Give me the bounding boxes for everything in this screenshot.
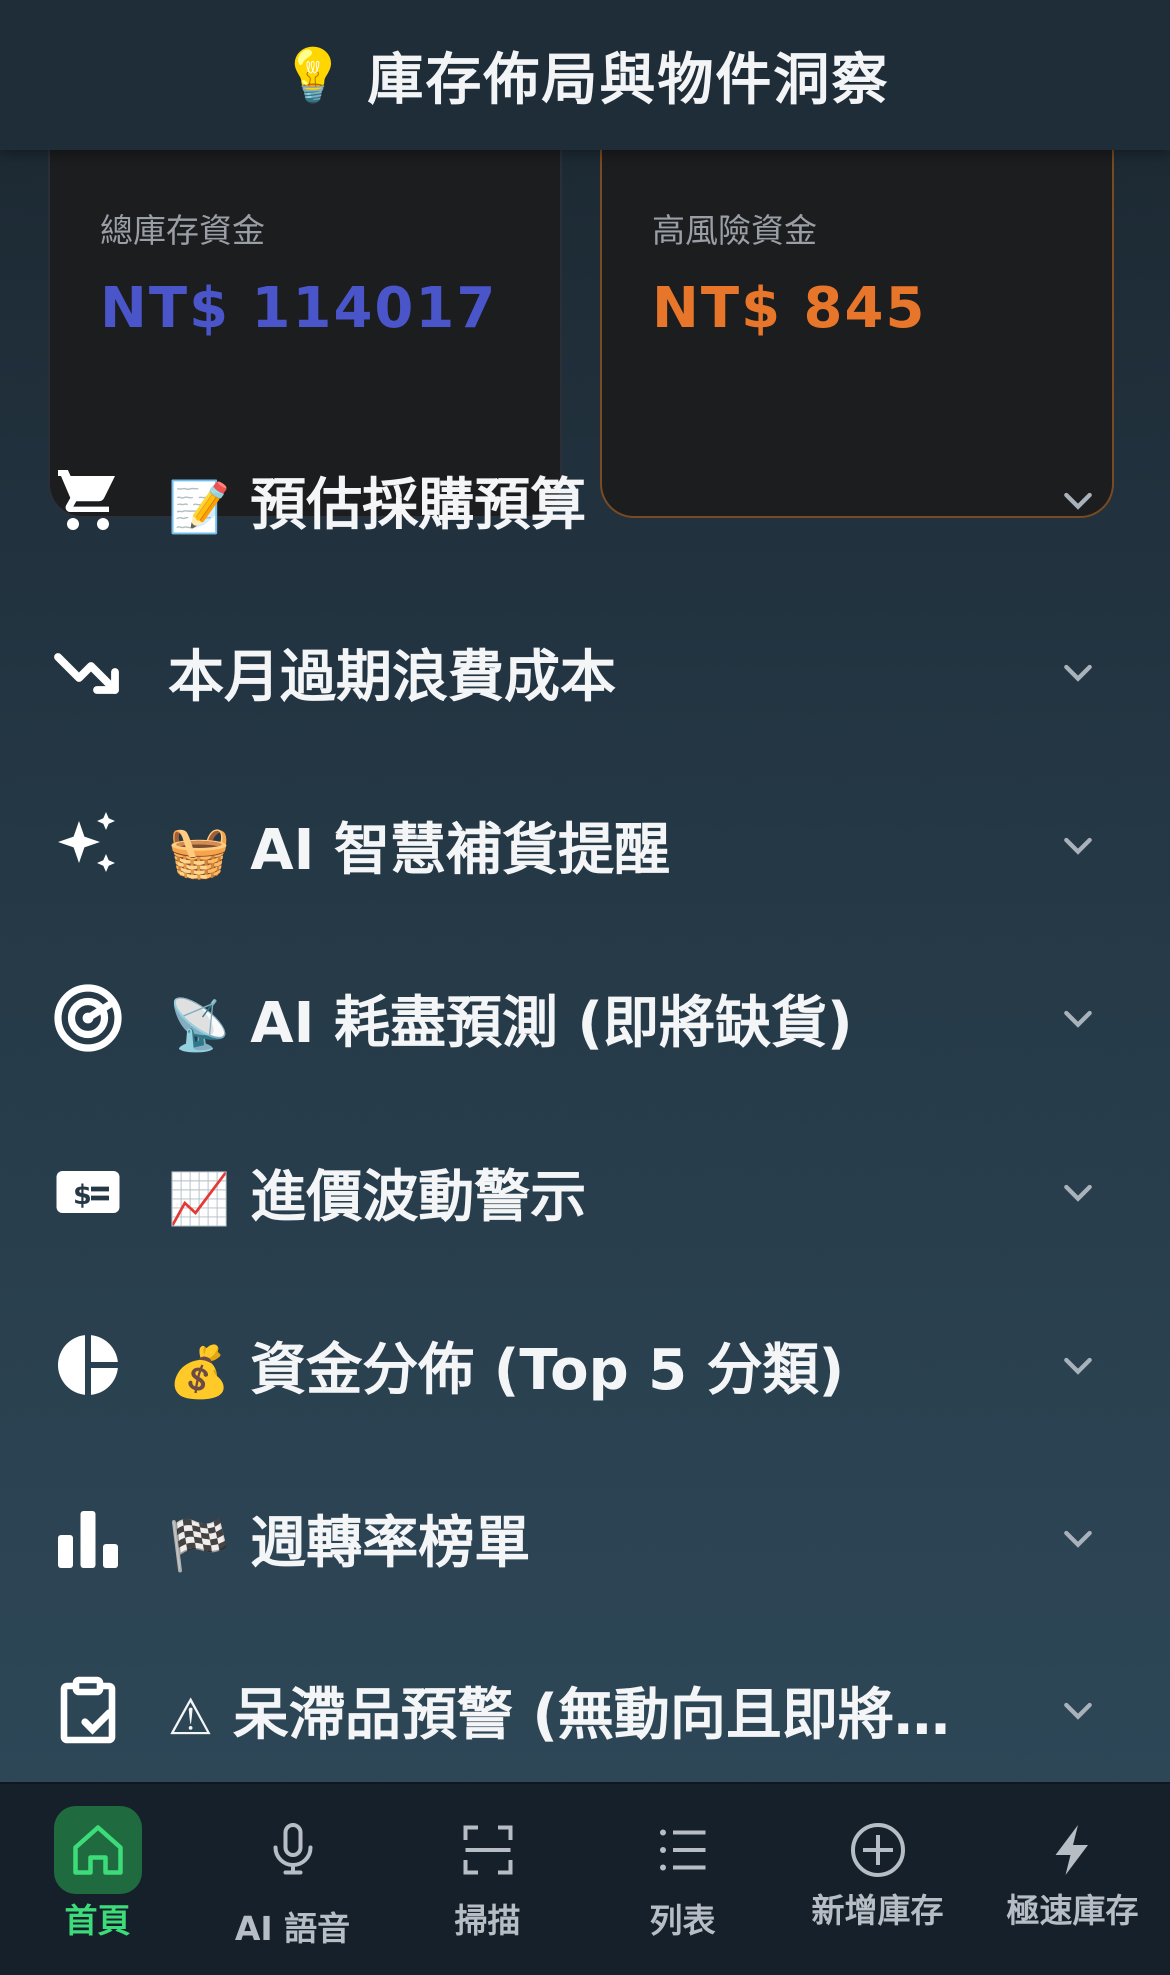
section-purchase-budget[interactable]: 📝 預估採購預算	[0, 440, 1170, 560]
cart-icon	[52, 464, 124, 536]
chevron-down-icon[interactable]	[1058, 652, 1098, 692]
tab-label: 極速庫存	[1006, 1891, 1139, 1930]
list-icon	[639, 1806, 727, 1894]
chevron-down-icon[interactable]	[1058, 998, 1098, 1038]
chevron-down-icon[interactable]	[1058, 1172, 1098, 1212]
page-title: 庫存佈局與物件洞察	[367, 47, 890, 113]
tab-list[interactable]: 列表	[585, 1784, 780, 1975]
section-turnover-ranking[interactable]: 🏁 週轉率榜單	[0, 1478, 1170, 1598]
pie-chart-icon	[52, 1329, 124, 1401]
tab-label: 掃描	[454, 1901, 521, 1940]
chevron-down-icon[interactable]	[1058, 825, 1098, 865]
tab-scan[interactable]: 掃描	[390, 1784, 585, 1975]
section-price-alert[interactable]: $ 📈 進價波動警示	[0, 1132, 1170, 1252]
svg-text:$: $	[73, 1180, 92, 1211]
section-label: AI 耗盡預測 (即將缺貨)	[250, 990, 853, 1056]
microphone-icon	[249, 1806, 337, 1894]
total-inventory-label: 總庫存資金	[100, 211, 265, 250]
high-risk-label: 高風險資金	[652, 211, 817, 250]
tab-label: 首頁	[64, 1901, 131, 1940]
bottom-tab-bar: 首頁 AI 語音 掃描 列表 新增庫存 極速庫存	[0, 1782, 1170, 1975]
money-bag-emoji: 💰	[168, 1342, 231, 1401]
tab-home[interactable]: 首頁	[0, 1784, 195, 1975]
section-label: 呆滯品預警 (無動向且即將…	[232, 1682, 950, 1748]
page-header: 💡 庫存佈局與物件洞察	[0, 0, 1170, 150]
total-inventory-value: NT$ 114017	[100, 276, 498, 341]
tab-label: 新增庫存	[811, 1891, 944, 1930]
section-label: AI 智慧補貨提醒	[250, 817, 670, 883]
bar-chart-icon	[52, 1502, 124, 1574]
tab-ai-voice[interactable]: AI 語音	[195, 1784, 390, 1975]
lightbulb-icon: 💡	[280, 45, 346, 106]
section-label: 週轉率榜單	[250, 1510, 531, 1576]
chevron-down-icon[interactable]	[1058, 480, 1098, 520]
plus-circle-icon	[834, 1806, 922, 1894]
target-icon	[52, 982, 124, 1054]
chevron-down-icon[interactable]	[1058, 1518, 1098, 1558]
clipboard-check-icon	[52, 1674, 124, 1746]
home-icon	[53, 1806, 142, 1894]
tab-label: AI 語音	[234, 1909, 351, 1948]
high-risk-value: NT$ 845	[652, 276, 927, 341]
section-label: 進價波動警示	[250, 1164, 587, 1230]
scan-icon	[444, 1806, 532, 1894]
cash-icon: $	[52, 1156, 124, 1228]
chevron-down-icon[interactable]	[1058, 1690, 1098, 1730]
warning-emoji: ⚠	[168, 1687, 213, 1746]
section-ai-restock[interactable]: 🧺 AI 智慧補貨提醒	[0, 785, 1170, 905]
sparkles-icon	[52, 809, 124, 881]
memo-emoji: 📝	[168, 477, 231, 536]
tab-label: 列表	[649, 1901, 716, 1940]
section-ai-depletion[interactable]: 📡 AI 耗盡預測 (即將缺貨)	[0, 958, 1170, 1078]
checkered-flag-emoji: 🏁	[168, 1515, 231, 1574]
chevron-down-icon[interactable]	[1058, 1345, 1098, 1385]
basket-emoji: 🧺	[168, 822, 231, 881]
section-slow-moving-alert[interactable]: ⚠ 呆滯品預警 (無動向且即將…	[0, 1650, 1170, 1770]
lightning-icon	[1029, 1806, 1117, 1894]
satellite-emoji: 📡	[168, 995, 231, 1054]
section-label: 預估採購預算	[250, 472, 587, 538]
summary-cards: 總庫存資金 NT$ 114017 高風險資金 NT$ 845	[0, 140, 1170, 518]
section-label: 本月過期浪費成本	[168, 644, 616, 710]
section-fund-distribution[interactable]: 💰 資金分佈 (Top 5 分類)	[0, 1305, 1170, 1425]
section-expiry-waste[interactable]: 本月過期浪費成本	[0, 612, 1170, 732]
section-label: 資金分佈 (Top 5 分類)	[250, 1337, 845, 1403]
tab-quick-inventory[interactable]: 極速庫存	[975, 1784, 1170, 1975]
tab-add-inventory[interactable]: 新增庫存	[780, 1784, 975, 1975]
trending-down-icon	[52, 636, 124, 708]
chart-up-emoji: 📈	[168, 1169, 231, 1228]
